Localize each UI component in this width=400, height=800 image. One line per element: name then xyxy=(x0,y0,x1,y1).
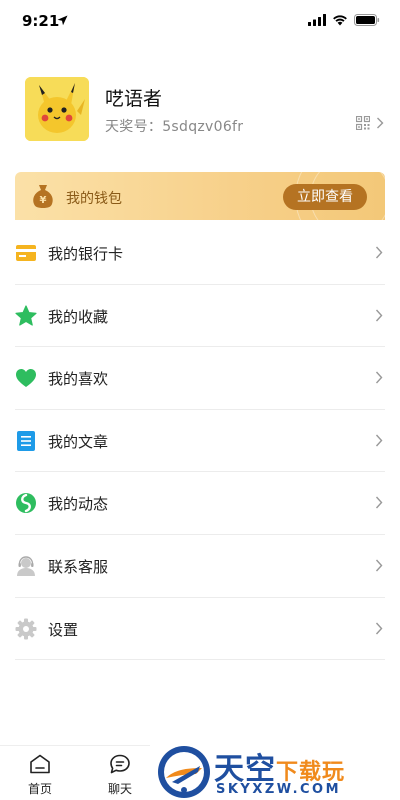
chevron-right-icon xyxy=(375,559,383,572)
watermark-domain: SKYXZW.COM xyxy=(216,782,342,797)
account-id-line: 天奖号：5sdqzv06fr xyxy=(105,116,243,136)
chevron-right-icon xyxy=(375,622,383,635)
menu-item-label: 设置 xyxy=(48,620,79,639)
chevron-right-icon xyxy=(375,434,383,447)
menu-item-label: 我的文章 xyxy=(48,432,109,451)
home-icon xyxy=(30,754,50,774)
money-bag-icon: ¥ xyxy=(33,185,53,208)
watermark-logo-icon xyxy=(158,746,210,798)
status-indicators xyxy=(308,14,380,26)
chevron-right-icon xyxy=(377,117,384,129)
divider xyxy=(15,659,385,661)
gear-icon xyxy=(15,618,37,640)
wallet-banner[interactable]: ¥ 我的钱包 立即查看 xyxy=(15,172,385,220)
view-wallet-button[interactable]: 立即查看 xyxy=(283,184,367,210)
menu-item-articles[interactable]: 我的文章 xyxy=(0,410,400,473)
menu-item-label: 我的喜欢 xyxy=(48,370,109,389)
qr-code-button[interactable] xyxy=(356,114,396,132)
menu-item-label: 我的动态 xyxy=(48,495,109,514)
moments-icon xyxy=(16,493,36,514)
menu-list: 我的银行卡 我的收藏 我的喜欢 我的文章 我的动态 联系客服 设置 xyxy=(0,222,400,661)
account-id-value: 5sdqzv06fr xyxy=(162,119,244,135)
customer-service-icon xyxy=(17,556,35,576)
menu-item-label: 联系客服 xyxy=(48,557,109,576)
wifi-icon xyxy=(333,15,347,26)
chevron-right-icon xyxy=(375,496,383,509)
avatar[interactable] xyxy=(25,77,89,141)
pikachu-avatar-image xyxy=(25,77,89,141)
tab-home[interactable]: 首页 xyxy=(10,754,70,797)
document-icon xyxy=(17,430,35,451)
star-icon xyxy=(15,304,37,326)
chat-icon xyxy=(110,754,130,774)
location-arrow-icon xyxy=(57,15,68,26)
menu-item-label: 我的收藏 xyxy=(48,307,109,326)
account-id-prefix: 天奖号： xyxy=(105,119,163,135)
tab-chat[interactable]: 聊天 xyxy=(90,754,150,797)
wallet-label: 我的钱包 xyxy=(66,191,122,207)
battery-icon xyxy=(354,14,380,26)
menu-item-customer-service[interactable]: 联系客服 xyxy=(0,535,400,598)
status-time: 9:21 xyxy=(22,12,60,30)
nickname: 呓语者 xyxy=(105,88,163,110)
menu-item-bank-card[interactable]: 我的银行卡 xyxy=(0,222,400,285)
menu-item-label: 我的银行卡 xyxy=(48,245,124,263)
chevron-right-icon xyxy=(375,246,383,259)
menu-item-moments[interactable]: 我的动态 xyxy=(0,472,400,535)
site-watermark: 天空下载玩 SKYXZW.COM xyxy=(150,740,400,800)
tab-label: 首页 xyxy=(27,782,52,796)
menu-item-likes[interactable]: 我的喜欢 xyxy=(0,347,400,410)
tab-label: 聊天 xyxy=(107,782,132,796)
cellular-signal-icon xyxy=(308,14,326,26)
menu-item-settings[interactable]: 设置 xyxy=(0,598,400,661)
qr-code-icon xyxy=(356,116,370,130)
chevron-right-icon xyxy=(375,309,383,322)
menu-item-favorites[interactable]: 我的收藏 xyxy=(0,285,400,348)
svg-text:¥: ¥ xyxy=(40,195,47,206)
status-bar: 9:21 xyxy=(0,0,400,44)
chevron-right-icon xyxy=(375,371,383,384)
heart-icon xyxy=(16,369,36,388)
bank-card-icon xyxy=(16,245,36,261)
profile-header[interactable]: 呓语者 天奖号：5sdqzv06fr xyxy=(0,70,400,150)
